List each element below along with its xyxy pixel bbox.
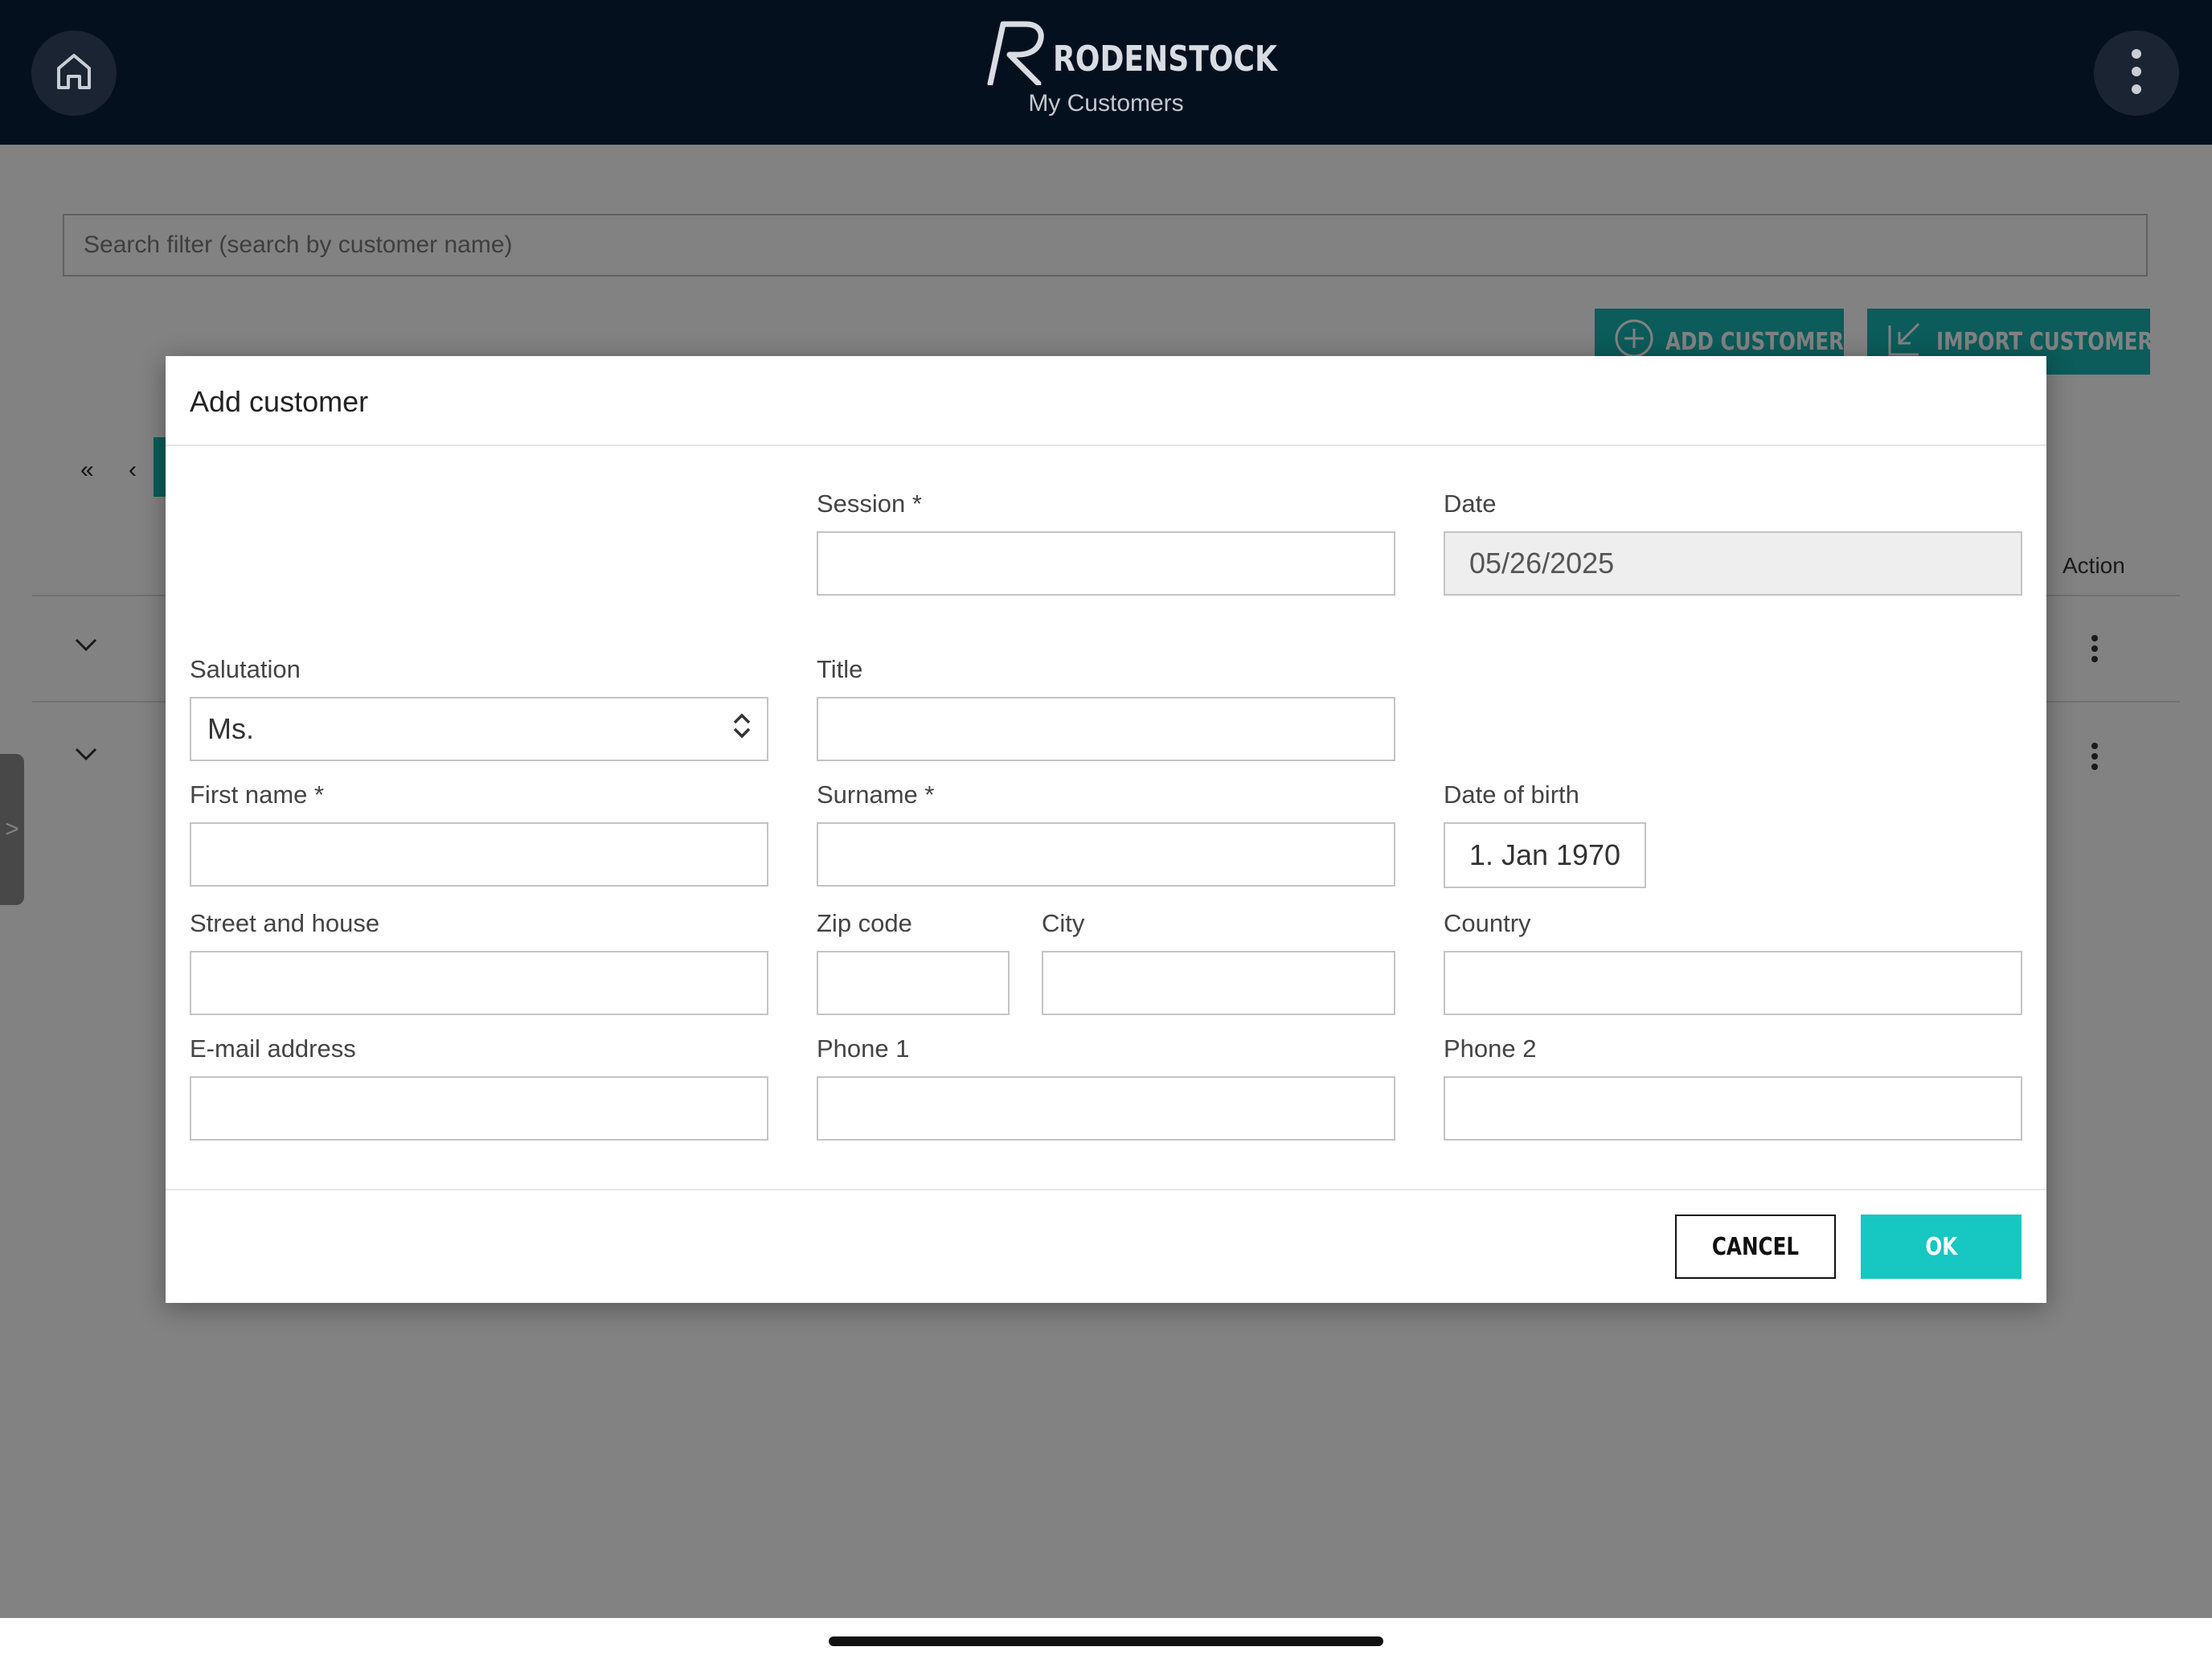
rodenstock-logo: RODENSTOCK: [985, 21, 1277, 85]
street-input[interactable]: [190, 951, 768, 1015]
brand-name: RODENSTOCK: [1053, 39, 1277, 80]
page-title: My Customers: [1028, 90, 1184, 117]
date-field: [1444, 531, 2022, 596]
title-input[interactable]: [817, 697, 1395, 761]
date-of-birth-picker[interactable]: 1. Jan 1970: [1444, 822, 1646, 888]
salutation-value: Ms.: [207, 712, 254, 745]
dialog-header-divider: [166, 444, 2046, 446]
more-menu-button[interactable]: [2094, 31, 2179, 116]
ok-button-label: OK: [1925, 1232, 1957, 1261]
city-label: City: [1042, 909, 1085, 937]
phone-2-label: Phone 2: [1444, 1034, 1537, 1063]
home-indicator-bar: [829, 1636, 1383, 1646]
date-of-birth-label: Date of birth: [1444, 780, 1579, 809]
date-label: Date: [1444, 490, 1497, 518]
salutation-select[interactable]: Ms.: [190, 697, 768, 761]
phone-2-input[interactable]: [1444, 1076, 2022, 1141]
logo-r-mark: [987, 21, 1044, 85]
zip-code-input[interactable]: [817, 951, 1010, 1015]
ok-button[interactable]: OK: [1861, 1215, 2022, 1279]
cancel-button[interactable]: CANCEL: [1675, 1215, 1836, 1279]
dialog-footer-divider: [166, 1189, 2046, 1190]
select-updown-icon: [731, 712, 752, 747]
surname-input[interactable]: [817, 822, 1395, 887]
add-customer-dialog: Add customer Session * Date Salutation M…: [166, 356, 2046, 1303]
city-input[interactable]: [1042, 951, 1395, 1015]
cancel-button-label: CANCEL: [1711, 1232, 1800, 1261]
salutation-label: Salutation: [190, 655, 301, 683]
email-label: E-mail address: [190, 1034, 356, 1063]
session-input[interactable]: [817, 531, 1395, 596]
zip-code-label: Zip code: [817, 909, 912, 937]
email-input[interactable]: [190, 1076, 768, 1141]
date-of-birth-value: 1. Jan 1970: [1469, 838, 1621, 871]
dialog-title: Add customer: [190, 385, 369, 418]
first-name-input[interactable]: [190, 822, 768, 887]
home-icon: [55, 52, 92, 95]
country-input[interactable]: [1444, 951, 2022, 1015]
phone-1-label: Phone 1: [817, 1034, 910, 1063]
title-label: Title: [817, 655, 863, 683]
first-name-label: First name *: [190, 780, 325, 809]
street-label: Street and house: [190, 909, 380, 937]
kebab-menu-icon: [2131, 47, 2142, 100]
country-label: Country: [1444, 909, 1531, 937]
phone-1-input[interactable]: [817, 1076, 1395, 1141]
session-label: Session *: [817, 490, 922, 518]
surname-label: Surname *: [817, 780, 935, 809]
app-header: RODENSTOCK My Customers: [0, 0, 2212, 145]
